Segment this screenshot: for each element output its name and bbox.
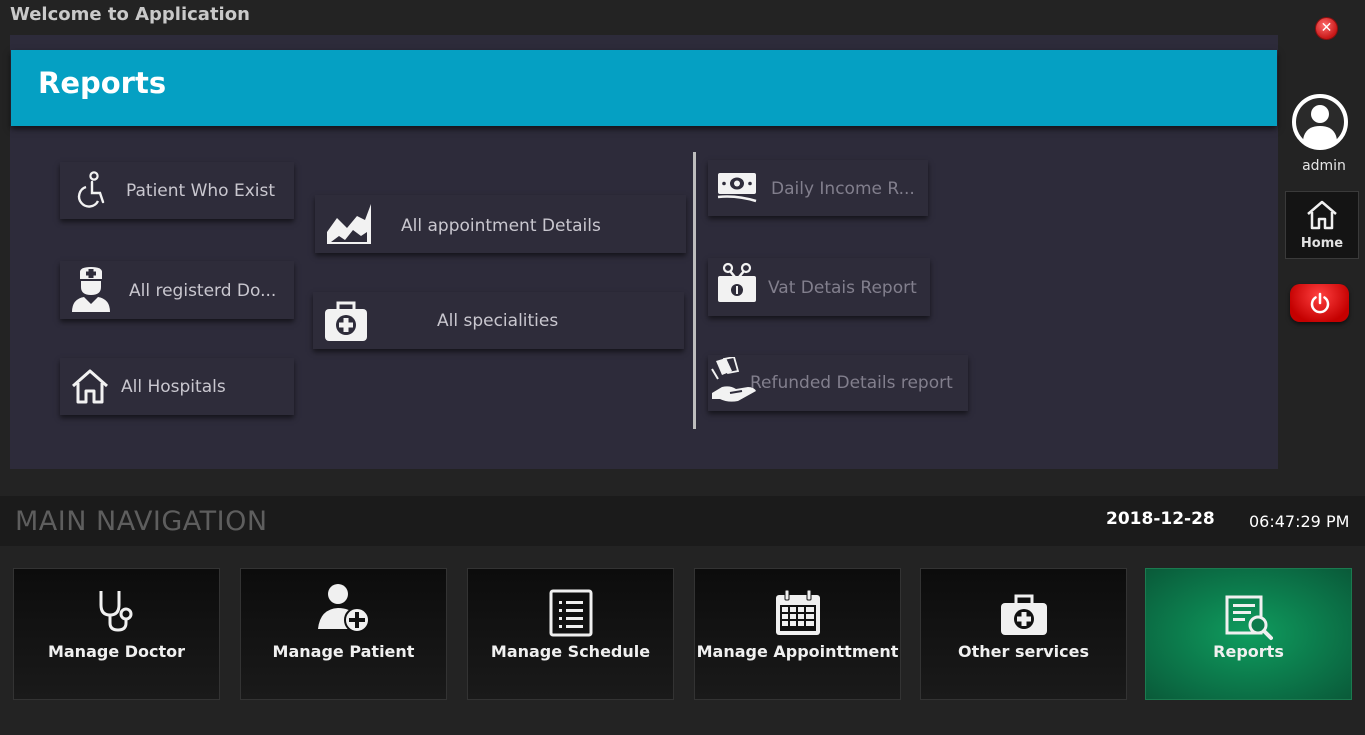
stethoscope-icon [99, 591, 132, 632]
report-label: All specialities [437, 311, 559, 331]
power-icon [1310, 292, 1330, 314]
area-chart-icon [327, 204, 371, 244]
report-search-icon [1225, 595, 1273, 640]
page-title: Reports [38, 66, 167, 100]
close-icon[interactable]: ✕ [1315, 17, 1338, 40]
tax-receipt-icon [718, 262, 756, 302]
list-icon [549, 589, 592, 637]
report-registered-doctors-button[interactable]: All registerd Do... [60, 261, 294, 319]
tile-label: Reports [1213, 642, 1284, 661]
main-navigation-bar: MAIN NAVIGATION 2018-12-28 06:47:29 PM [0, 496, 1365, 546]
report-label: Patient Who Exist [126, 181, 276, 201]
report-daily-income-button[interactable]: Daily Income R... [708, 160, 928, 216]
user-name: admin [1302, 158, 1346, 174]
report-label: All registerd Do... [129, 281, 277, 301]
medical-kit-icon [1000, 594, 1047, 635]
tile-label: Manage Doctor [47, 642, 186, 661]
avatar[interactable] [1291, 93, 1349, 151]
main-navigation-title: MAIN NAVIGATION [15, 506, 268, 537]
doctor-icon [72, 267, 110, 312]
current-time: 06:47:29 PM [1249, 512, 1350, 531]
page-header: Reports [11, 50, 1277, 126]
column-divider [693, 152, 696, 429]
home-icon [1307, 200, 1337, 230]
report-all-specialities-button[interactable]: All specialities [313, 292, 684, 349]
tile-label: Manage Appointtment [696, 642, 899, 661]
tile-label: Manage Schedule [490, 642, 651, 661]
window-title: Welcome to Application [10, 4, 250, 25]
home-button[interactable]: Home [1285, 191, 1359, 259]
tile-label: Other services [958, 642, 1089, 661]
report-all-hospitals-button[interactable]: All Hospitals [60, 358, 294, 415]
home-label: Home [1300, 236, 1344, 251]
report-label: All Hospitals [121, 377, 226, 397]
medical-kit-icon [325, 301, 367, 341]
report-all-appointment-details-button[interactable]: All appointment Details [315, 195, 686, 253]
report-label: Vat Detais Report [768, 278, 917, 298]
banknote-icon [717, 173, 757, 203]
report-label: All appointment Details [401, 216, 601, 236]
manage-appointment-tile[interactable]: Manage Appointtment [694, 568, 901, 700]
report-refunded-details-button[interactable]: Refunded Details report [708, 355, 968, 411]
current-date: 2018-12-28 [1106, 509, 1215, 529]
report-vat-details-button[interactable]: Vat Detais Report [708, 258, 930, 316]
house-icon [72, 369, 108, 404]
manage-doctor-tile[interactable]: Manage Doctor [13, 568, 220, 700]
reports-tile[interactable]: Reports [1145, 568, 1352, 700]
manage-schedule-tile[interactable]: Manage Schedule [467, 568, 674, 700]
other-services-tile[interactable]: Other services [920, 568, 1127, 700]
wheelchair-icon [77, 171, 105, 208]
calendar-icon [775, 589, 820, 635]
report-label: Daily Income R... [771, 179, 915, 199]
report-patient-who-exist-button[interactable]: Patient Who Exist [60, 162, 294, 219]
add-user-icon [317, 584, 370, 633]
tile-label: Manage Patient [272, 642, 415, 661]
manage-patient-tile[interactable]: Manage Patient [240, 568, 447, 700]
report-label: Refunded Details report [750, 373, 953, 393]
power-button[interactable] [1290, 284, 1349, 322]
